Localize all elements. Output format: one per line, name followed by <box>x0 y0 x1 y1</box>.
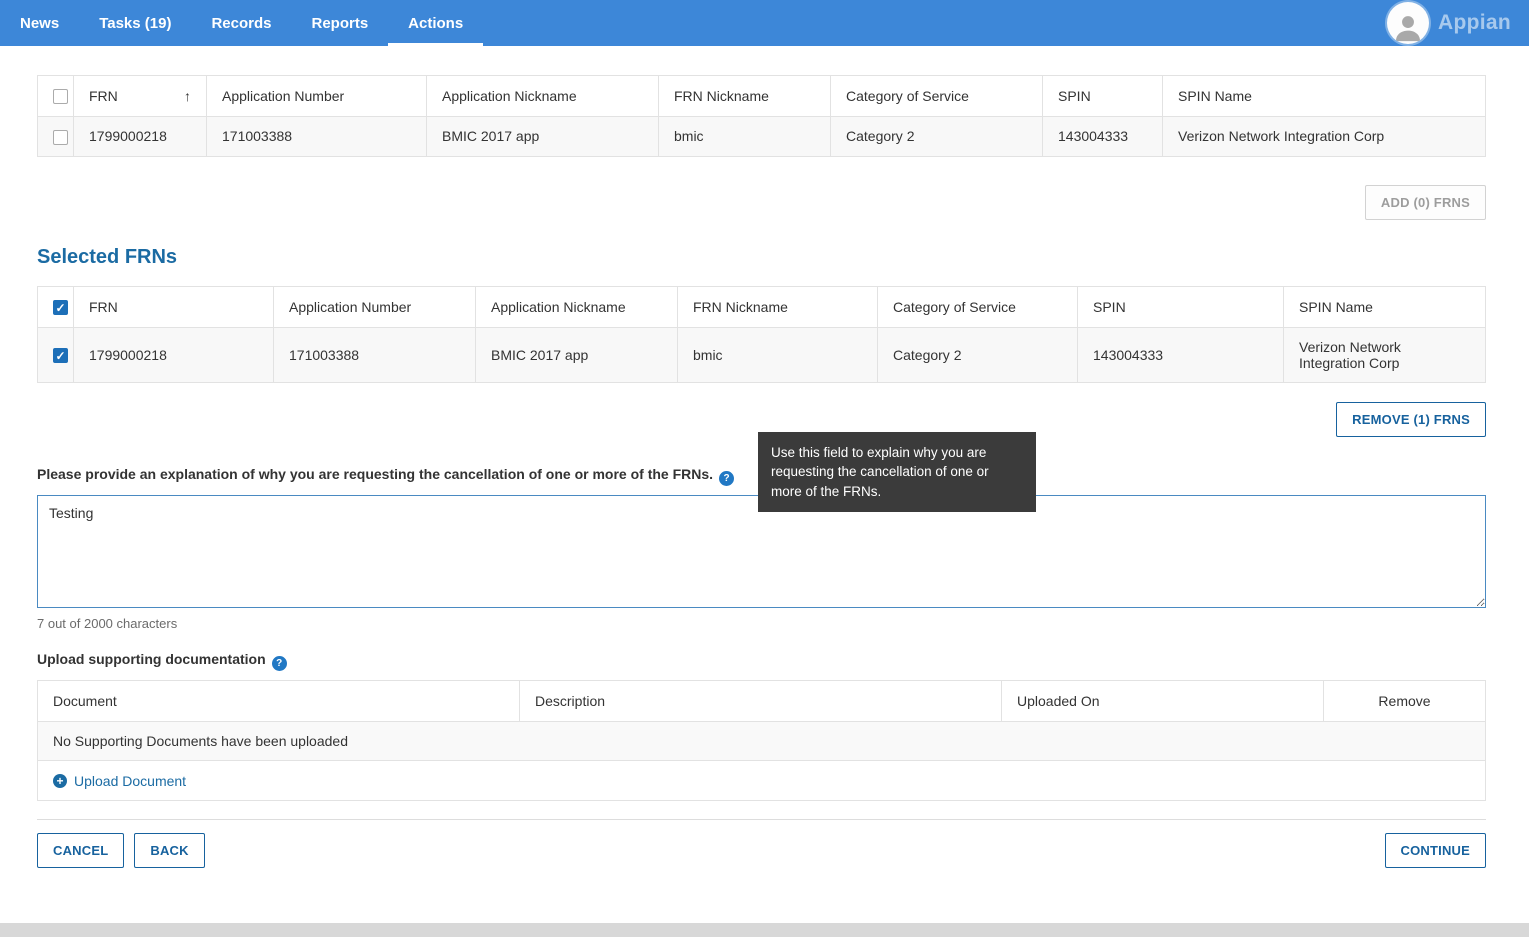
table-row: 1799000218 171003388 BMIC 2017 app bmic … <box>38 327 1486 382</box>
column-header-uploaded-on: Uploaded On <box>1002 680 1324 721</box>
cell-frn-nickname: bmic <box>659 117 831 157</box>
column-header-frn[interactable]: FRN <box>74 286 274 327</box>
continue-button[interactable]: CONTINUE <box>1385 833 1487 868</box>
select-all-checkbox[interactable] <box>53 89 68 104</box>
column-header-frn-nickname[interactable]: FRN Nickname <box>678 286 878 327</box>
table-row: 1799000218 171003388 BMIC 2017 app bmic … <box>38 117 1486 157</box>
nav-menu: News Tasks (19) Records Reports Actions <box>0 0 483 46</box>
cell-application-nickname: BMIC 2017 app <box>427 117 659 157</box>
nav-item-records[interactable]: Records <box>191 0 291 46</box>
upload-link-row: + Upload Document <box>38 760 1486 800</box>
cell-category-of-service: Category 2 <box>831 117 1043 157</box>
nav-right-area: Appian <box>1387 0 1511 46</box>
cell-application-nickname: BMIC 2017 app <box>476 327 678 382</box>
selected-frns-table: FRN Application Number Application Nickn… <box>37 286 1486 383</box>
row-select-checkbox[interactable] <box>53 130 68 145</box>
explanation-section: Use this field to explain why you are re… <box>37 466 1486 631</box>
column-header-category-of-service[interactable]: Category of Service <box>831 76 1043 117</box>
nav-item-news[interactable]: News <box>0 0 79 46</box>
plus-icon: + <box>53 774 67 788</box>
person-icon <box>1391 10 1425 44</box>
table-header-row: FRN Application Number Application Nickn… <box>38 286 1486 327</box>
column-header-spin-name[interactable]: SPIN Name <box>1284 286 1486 327</box>
footer-divider <box>37 819 1486 820</box>
no-documents-message: No Supporting Documents have been upload… <box>38 721 1486 760</box>
cell-category-of-service: Category 2 <box>878 327 1078 382</box>
table-header-row: FRN ↑ Application Number Application Nic… <box>38 76 1486 117</box>
page: News Tasks (19) Records Reports Actions … <box>0 0 1529 923</box>
cell-frn: 1799000218 <box>74 117 207 157</box>
column-header-application-number[interactable]: Application Number <box>274 286 476 327</box>
cell-spin: 143004333 <box>1078 327 1284 382</box>
nav-item-reports[interactable]: Reports <box>291 0 388 46</box>
select-all-checkbox[interactable] <box>53 300 68 315</box>
cell-application-number: 171003388 <box>207 117 427 157</box>
appian-logo: Appian <box>1438 11 1511 35</box>
cell-application-number: 171003388 <box>274 327 476 382</box>
column-header-frn-nickname[interactable]: FRN Nickname <box>659 76 831 117</box>
column-header-application-nickname[interactable]: Application Nickname <box>476 286 678 327</box>
column-header-spin[interactable]: SPIN <box>1078 286 1284 327</box>
main-content: FRN ↑ Application Number Application Nic… <box>0 46 1529 868</box>
nav-item-actions[interactable]: Actions <box>388 0 483 46</box>
available-frns-table: FRN ↑ Application Number Application Nic… <box>37 75 1486 157</box>
cell-frn-nickname: bmic <box>678 327 878 382</box>
add-frns-button[interactable]: ADD (0) FRNS <box>1365 185 1486 220</box>
cell-spin: 143004333 <box>1043 117 1163 157</box>
sort-ascending-icon[interactable]: ↑ <box>184 88 191 104</box>
top-navigation-bar: News Tasks (19) Records Reports Actions … <box>0 0 1529 46</box>
help-icon[interactable]: ? <box>719 471 734 486</box>
help-tooltip: Use this field to explain why you are re… <box>758 432 1036 513</box>
remove-frns-button[interactable]: REMOVE (1) FRNS <box>1336 402 1486 437</box>
upload-document-link[interactable]: + Upload Document <box>53 773 186 789</box>
character-counter: 7 out of 2000 characters <box>37 616 1486 631</box>
cell-spin-name: Verizon Network Integration Corp <box>1284 327 1486 382</box>
documents-table: Document Description Uploaded On Remove … <box>37 680 1486 801</box>
row-select-checkbox[interactable] <box>53 348 68 363</box>
column-header-application-number[interactable]: Application Number <box>207 76 427 117</box>
column-header-remove: Remove <box>1324 680 1486 721</box>
explanation-label: Please provide an explanation of why you… <box>37 466 734 482</box>
column-header-spin-name[interactable]: SPIN Name <box>1163 76 1486 117</box>
column-header-application-nickname[interactable]: Application Nickname <box>427 76 659 117</box>
user-avatar-icon[interactable] <box>1387 2 1429 44</box>
column-header-frn[interactable]: FRN ↑ <box>74 76 207 117</box>
empty-state-row: No Supporting Documents have been upload… <box>38 721 1486 760</box>
help-icon[interactable]: ? <box>272 656 287 671</box>
nav-item-tasks[interactable]: Tasks (19) <box>79 0 191 46</box>
column-header-document: Document <box>38 680 520 721</box>
selected-frns-heading: Selected FRNs <box>37 246 1486 269</box>
cell-frn: 1799000218 <box>74 327 274 382</box>
table-header-row: Document Description Uploaded On Remove <box>38 680 1486 721</box>
column-header-category-of-service[interactable]: Category of Service <box>878 286 1078 327</box>
back-button[interactable]: BACK <box>134 833 204 868</box>
column-header-spin[interactable]: SPIN <box>1043 76 1163 117</box>
cell-spin-name: Verizon Network Integration Corp <box>1163 117 1486 157</box>
upload-documentation-label: Upload supporting documentation? <box>37 651 1486 671</box>
footer-actions: CANCEL BACK CONTINUE <box>37 833 1486 868</box>
column-header-description: Description <box>520 680 1002 721</box>
cancel-button[interactable]: CANCEL <box>37 833 124 868</box>
